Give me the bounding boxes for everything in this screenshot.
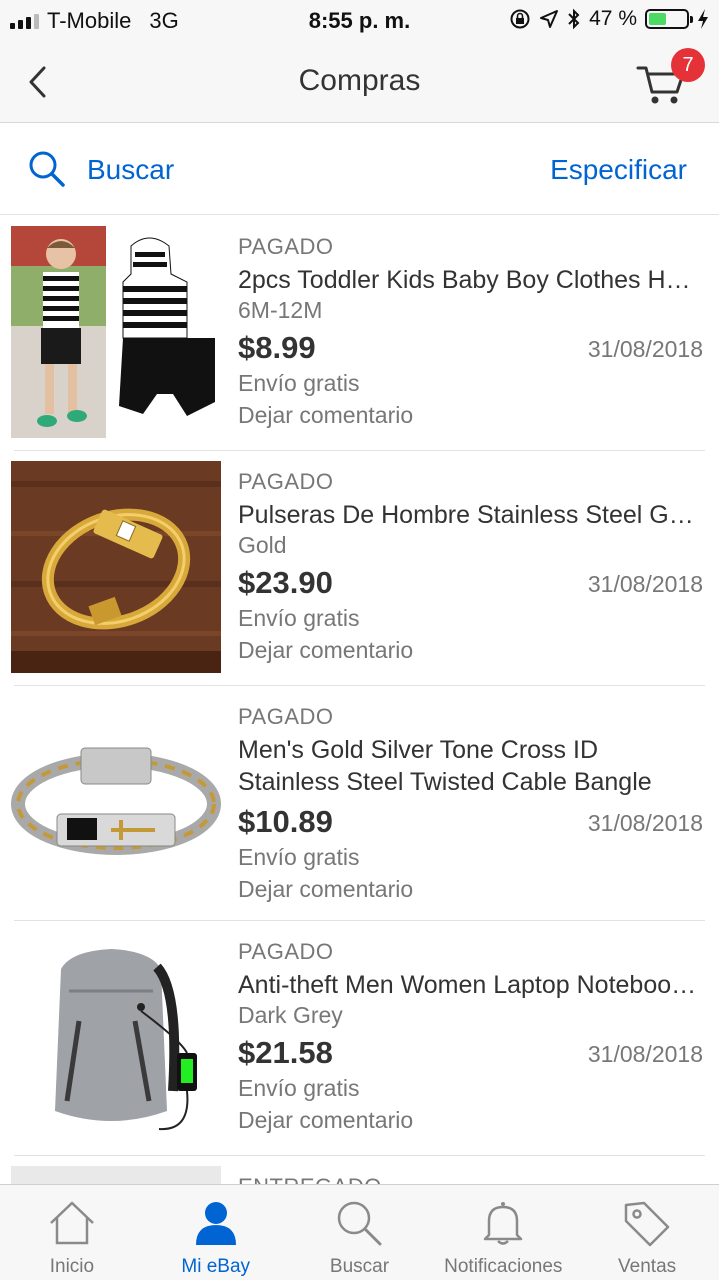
- tab-label: Buscar: [329, 1256, 390, 1277]
- item-price: $10.89: [238, 804, 333, 839]
- item-title[interactable]: Pulseras De Hombre Stainless Steel Gold …: [238, 499, 703, 531]
- item-price: $23.90: [238, 565, 333, 600]
- shipping-info: Envío gratis: [238, 370, 360, 396]
- tab-label: Inicio: [49, 1256, 95, 1277]
- status-bar: T-Mobile 3G 8:55 p. m. 47 %: [0, 0, 719, 40]
- location-arrow-icon: [540, 10, 559, 28]
- purchases-list: PAGADO 2pcs Toddler Kids Baby Boy Clothe…: [0, 216, 719, 1184]
- search-link[interactable]: Buscar: [87, 154, 174, 186]
- order-status: PAGADO: [238, 469, 334, 494]
- price-row: $10.89 31/08/2018: [238, 804, 703, 848]
- product-image: [11, 931, 221, 1143]
- order-status: PAGADO: [238, 234, 334, 259]
- rotation-lock-icon: [510, 9, 530, 29]
- price-row: $8.99 31/08/2018: [238, 330, 703, 374]
- price-row: $21.58 31/08/2018: [238, 1035, 703, 1079]
- item-info: PAGADO Anti-theft Men Women Laptop Noteb…: [238, 939, 703, 1134]
- tab-selling[interactable]: Ventas: [575, 1185, 719, 1280]
- tab-notifications[interactable]: Notificaciones: [431, 1185, 575, 1280]
- list-item[interactable]: PAGADO Anti-theft Men Women Laptop Noteb…: [0, 921, 719, 1156]
- shipping-info: Envío gratis: [238, 844, 360, 870]
- battery-icon: [645, 9, 693, 29]
- search-icon: [338, 1201, 382, 1246]
- bell-icon: [484, 1202, 523, 1245]
- page-title: Compras: [298, 64, 421, 97]
- price-row: $23.90 31/08/2018: [238, 565, 703, 609]
- search-row: Buscar Especificar: [0, 124, 719, 215]
- order-date: 31/08/2018: [587, 810, 703, 836]
- tag-icon: [624, 1201, 670, 1247]
- tab-label: Mi eBay: [181, 1256, 251, 1277]
- tab-bar: Inicio Mi eBay Buscar Notificaciones Ven…: [0, 1184, 719, 1280]
- charging-bolt-icon: [698, 9, 708, 29]
- product-image: [11, 696, 221, 908]
- refine-button[interactable]: Especificar: [550, 154, 687, 186]
- search-icon[interactable]: [28, 150, 66, 188]
- list-item[interactable]: PAGADO Men's Gold Silver Tone Cross ID S…: [0, 686, 719, 921]
- product-image: [11, 461, 221, 673]
- order-date: 31/08/2018: [587, 571, 703, 597]
- home-icon: [50, 1201, 94, 1245]
- item-title[interactable]: Men's Gold Silver Tone Cross ID Stainles…: [238, 734, 703, 798]
- product-image: [11, 226, 221, 438]
- item-variant: 6M-12M: [238, 297, 323, 323]
- order-status: ENTREGADO: [238, 1174, 382, 1184]
- list-item[interactable]: ENTREGADO: [0, 1156, 719, 1184]
- list-item[interactable]: PAGADO 2pcs Toddler Kids Baby Boy Clothe…: [0, 216, 719, 451]
- order-status: PAGADO: [238, 939, 334, 964]
- person-icon: [195, 1202, 236, 1245]
- order-date: 31/08/2018: [587, 336, 703, 362]
- navigation-bar: Compras 7: [0, 40, 719, 123]
- order-date: 31/08/2018: [587, 1041, 703, 1067]
- shipping-info: Envío gratis: [238, 1075, 360, 1101]
- item-title[interactable]: Anti-theft Men Women Laptop Notebook Bac…: [238, 969, 703, 1001]
- bluetooth-icon: [568, 8, 580, 30]
- status-right: 47 %: [509, 7, 709, 31]
- product-image: [11, 1166, 221, 1184]
- leave-feedback-link[interactable]: Dejar comentario: [238, 402, 703, 429]
- item-variant: Gold: [238, 532, 287, 558]
- item-info: PAGADO 2pcs Toddler Kids Baby Boy Clothe…: [238, 234, 703, 429]
- battery-percent: 47 %: [589, 7, 637, 30]
- tab-search[interactable]: Buscar: [288, 1185, 432, 1280]
- tab-my-ebay[interactable]: Mi eBay: [144, 1185, 288, 1280]
- tab-label: Ventas: [618, 1256, 677, 1277]
- item-price: $8.99: [238, 330, 316, 365]
- leave-feedback-link[interactable]: Dejar comentario: [238, 1107, 703, 1134]
- tab-label: Notificaciones: [444, 1256, 563, 1277]
- item-price: $21.58: [238, 1035, 333, 1070]
- leave-feedback-link[interactable]: Dejar comentario: [238, 876, 703, 903]
- cart-count-badge: 7: [671, 48, 705, 82]
- item-info: PAGADO Men's Gold Silver Tone Cross ID S…: [238, 704, 703, 903]
- item-variant: Dark Grey: [238, 1002, 343, 1028]
- item-info: PAGADO Pulseras De Hombre Stainless Stee…: [238, 469, 703, 664]
- leave-feedback-link[interactable]: Dejar comentario: [238, 637, 703, 664]
- order-status: PAGADO: [238, 704, 334, 729]
- list-item[interactable]: PAGADO Pulseras De Hombre Stainless Stee…: [0, 451, 719, 686]
- battery-level: [649, 13, 666, 25]
- tab-home[interactable]: Inicio: [0, 1185, 144, 1280]
- shipping-info: Envío gratis: [238, 605, 360, 631]
- item-title[interactable]: 2pcs Toddler Kids Baby Boy Clothes Hoode…: [238, 264, 703, 296]
